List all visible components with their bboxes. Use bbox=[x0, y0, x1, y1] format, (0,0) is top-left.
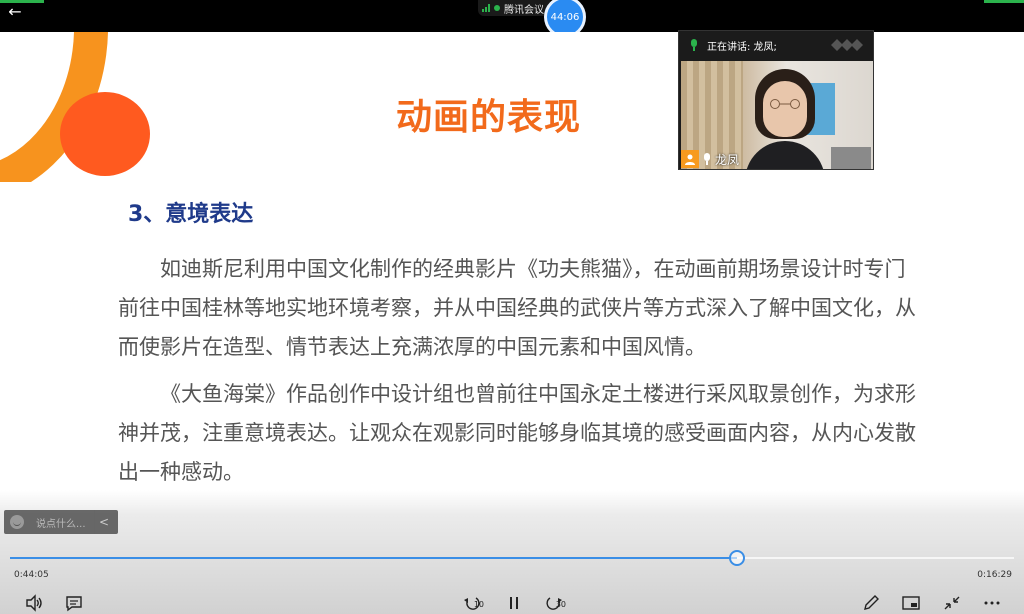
slide-title: 动画的表现 bbox=[396, 97, 582, 138]
paragraph-2-text: 《大鱼海棠》作品创作中设计组也曾前往中国永定土楼进行采风取景创作，为求形神并茂，… bbox=[118, 382, 916, 484]
rewind-seconds: 10 bbox=[473, 600, 484, 609]
exit-fullscreen-icon[interactable] bbox=[942, 594, 962, 612]
chat-icon[interactable] bbox=[64, 594, 84, 612]
speaker-video-panel[interactable]: 正在讲话: 龙凤; 龙凤 bbox=[678, 30, 874, 170]
decorative-circle bbox=[60, 92, 150, 176]
more-options-icon[interactable] bbox=[982, 594, 1002, 612]
pen-icon[interactable] bbox=[861, 594, 881, 612]
status-indicator-right bbox=[984, 0, 1024, 3]
slide-paragraph-2: 《大鱼海棠》作品创作中设计组也曾前往中国永定土楼进行采风取景创作，为求形神并茂，… bbox=[118, 375, 918, 492]
speaker-name: 龙凤 bbox=[715, 152, 740, 167]
progress-handle[interactable] bbox=[728, 550, 745, 566]
slide-paragraph-1: 如迪斯尼利用中国文化制作的经典影片《功夫熊猫》，在动画前期场景设计时专门前往中国… bbox=[118, 250, 918, 367]
rewind-icon[interactable]: 10 bbox=[462, 594, 484, 612]
speaking-now-label: 正在讲话: 龙凤; bbox=[707, 41, 777, 53]
current-time: 0:44:05 bbox=[14, 570, 49, 580]
microphone-icon bbox=[689, 39, 699, 51]
progress-bar[interactable] bbox=[10, 550, 1014, 566]
glasses-icon bbox=[770, 99, 800, 109]
video-shelf bbox=[831, 147, 871, 169]
section-heading: 3、意境表达 bbox=[128, 202, 254, 227]
volume-icon[interactable] bbox=[24, 594, 44, 612]
meeting-app-badge[interactable]: 腾讯会议 bbox=[478, 0, 550, 16]
top-bar: ← 腾讯会议 bbox=[0, 0, 1024, 32]
total-time: 0:16:29 bbox=[977, 570, 1012, 580]
speaker-name-bar: 龙凤 bbox=[681, 149, 739, 169]
layout-toggle-icon[interactable] bbox=[829, 37, 865, 53]
forward-icon[interactable]: 30 bbox=[544, 594, 566, 612]
paragraph-1-text: 如迪斯尼利用中国文化制作的经典影片《功夫熊猫》，在动画前期场景设计时专门前往中国… bbox=[118, 257, 916, 359]
comment-placeholder: 说点什么... bbox=[36, 518, 86, 530]
signal-strength-icon bbox=[482, 4, 490, 12]
speaker-mic-icon bbox=[703, 153, 711, 165]
collapse-chevron-icon[interactable]: < bbox=[95, 515, 113, 529]
comment-input[interactable]: 说点什么... < bbox=[4, 510, 118, 534]
progress-fill bbox=[10, 557, 737, 559]
pause-icon[interactable] bbox=[504, 594, 524, 612]
picture-in-picture-icon[interactable] bbox=[901, 594, 921, 612]
emoji-icon[interactable] bbox=[10, 515, 24, 529]
back-arrow-icon[interactable]: ← bbox=[6, 3, 24, 21]
connection-status-icon bbox=[494, 5, 500, 11]
playback-controls: 说点什么... < 0:44:05 0:16:29 10 30 bbox=[0, 490, 1024, 614]
app-name: 腾讯会议 bbox=[504, 4, 544, 16]
speaker-face bbox=[763, 81, 807, 137]
user-icon bbox=[681, 150, 699, 168]
forward-seconds: 30 bbox=[555, 600, 566, 609]
